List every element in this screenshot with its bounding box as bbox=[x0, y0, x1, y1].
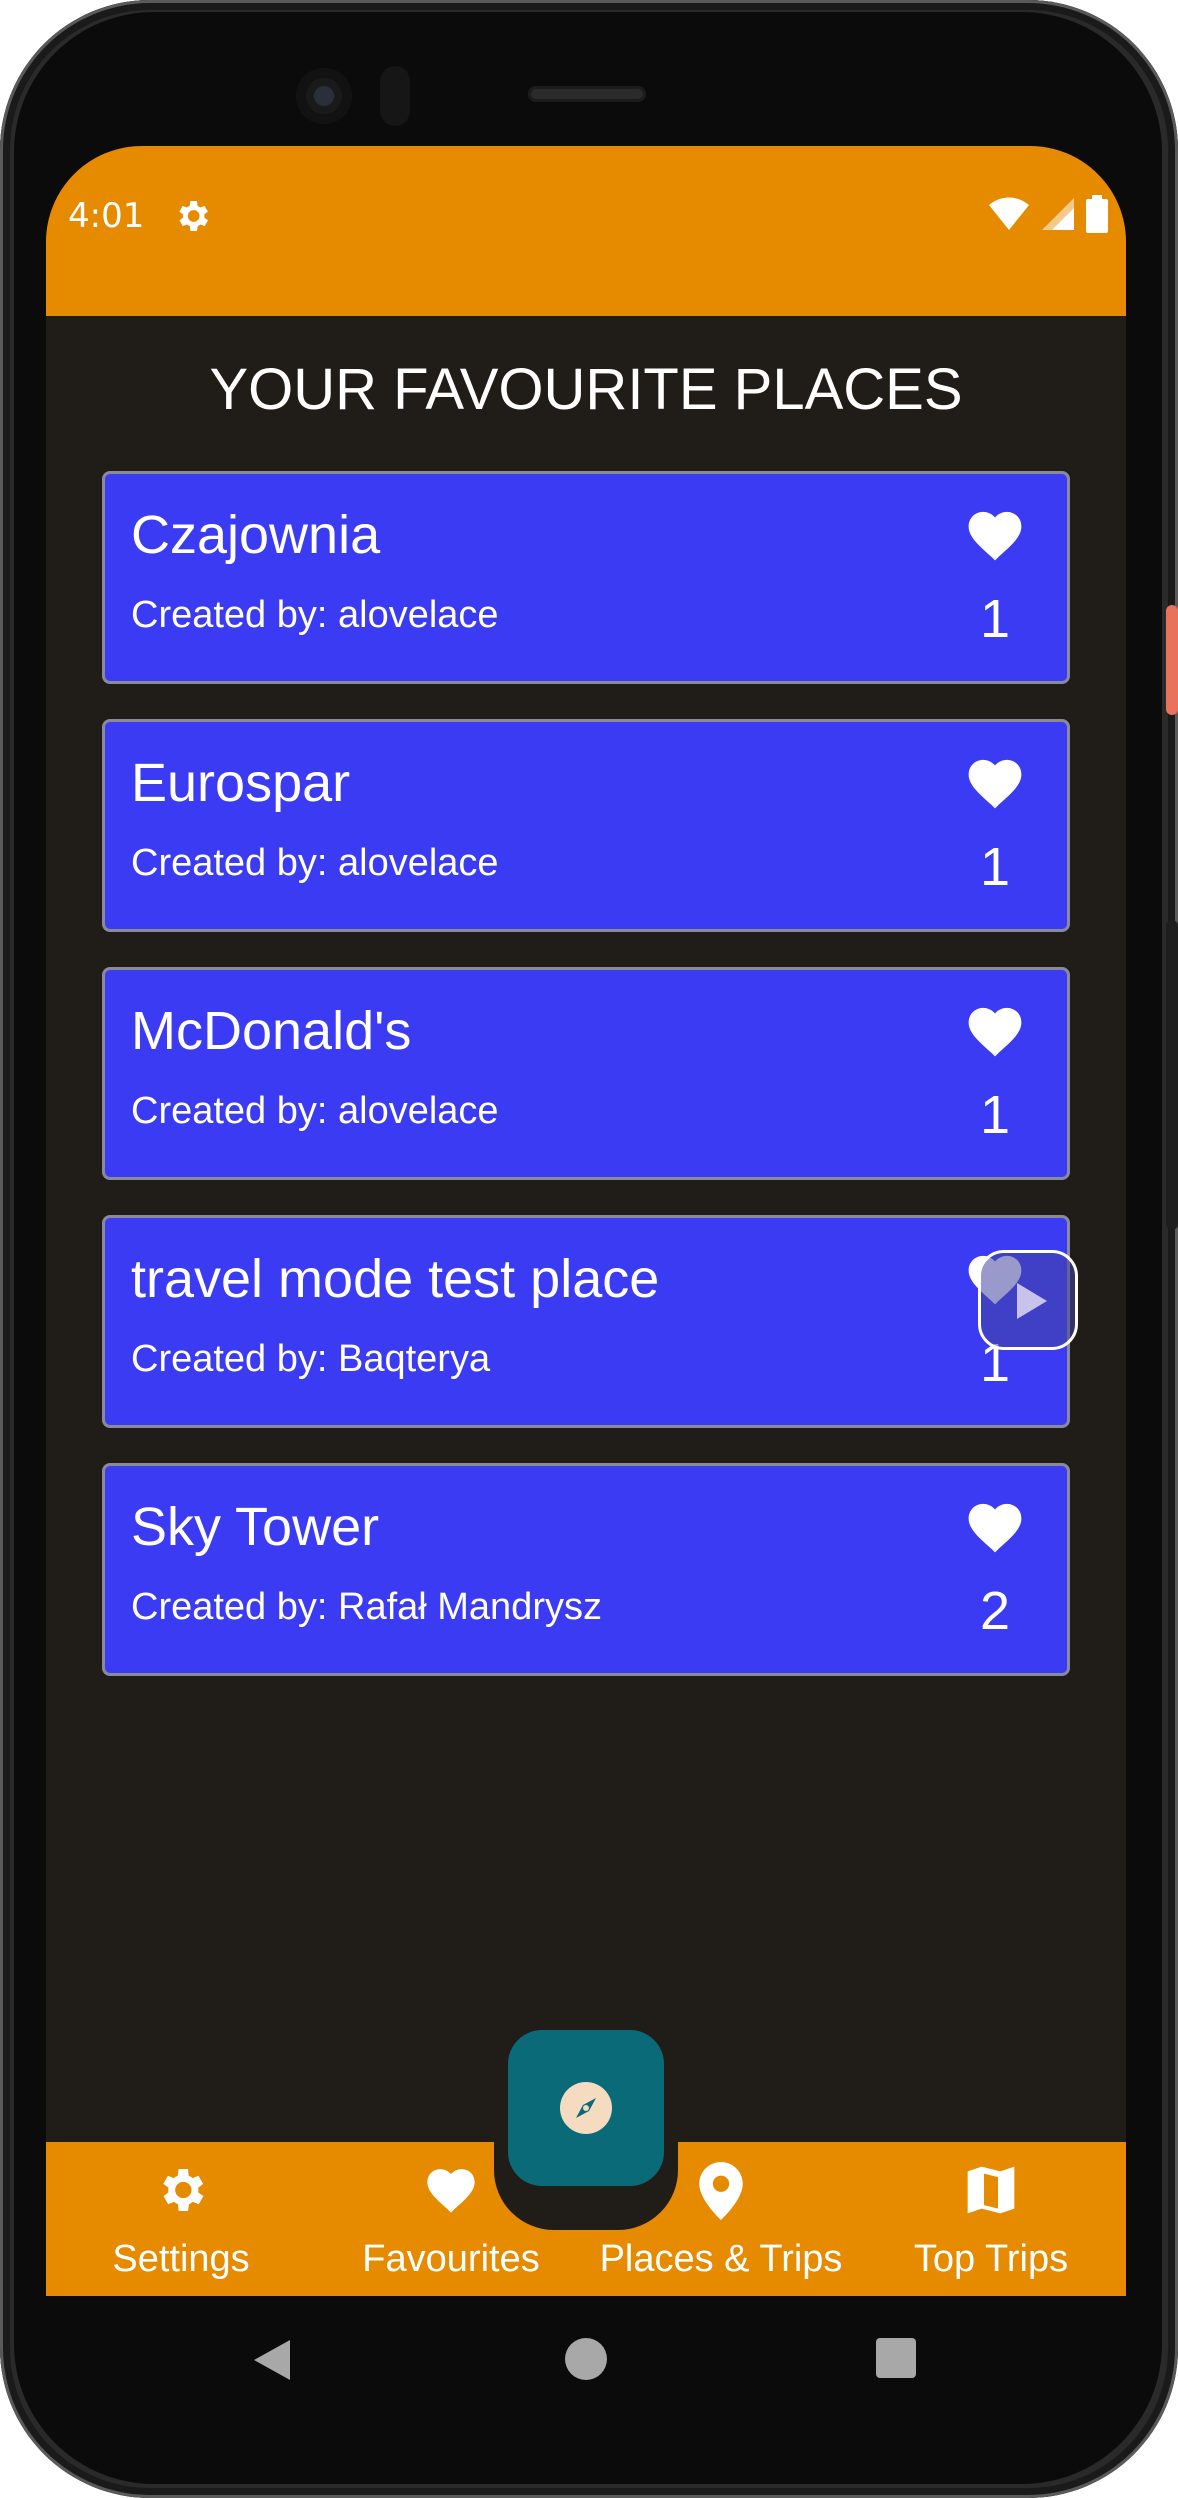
recent-apps-icon[interactable] bbox=[876, 2338, 916, 2378]
like-count: 2 bbox=[979, 1581, 1011, 1641]
wifi-icon bbox=[989, 197, 1029, 230]
floating-play-button[interactable] bbox=[978, 1250, 1078, 1350]
volume-button bbox=[1166, 920, 1178, 1230]
place-card[interactable]: Sky Tower Created by: Rafał Mandrysz 2 bbox=[102, 1463, 1070, 1676]
compass-icon bbox=[560, 2082, 612, 2134]
heart-icon[interactable] bbox=[963, 1496, 1027, 1554]
place-name: Eurospar bbox=[131, 753, 351, 813]
heart-icon[interactable] bbox=[963, 1000, 1027, 1058]
play-icon bbox=[1017, 1283, 1047, 1319]
place-name: Czajownia bbox=[131, 505, 381, 565]
battery-icon bbox=[1086, 195, 1108, 233]
system-navigation-bar bbox=[46, 2296, 1126, 2416]
place-card[interactable]: Czajownia Created by: alovelace 1 bbox=[102, 471, 1070, 684]
heart-icon[interactable] bbox=[963, 504, 1027, 562]
nav-item-settings[interactable]: Settings bbox=[46, 2142, 316, 2296]
nav-label-top-trips: Top Trips bbox=[913, 2238, 1069, 2280]
signal-icon bbox=[1042, 198, 1074, 230]
screen: 4:01 YOUR FAVOURITE PLACES Czajownia Cre… bbox=[46, 146, 1126, 2416]
nav-label-places-trips: Places & Trips bbox=[599, 2238, 843, 2280]
power-button bbox=[1166, 605, 1178, 715]
place-creator: Created by: Rafał Mandrysz bbox=[131, 1586, 602, 1628]
like-count: 1 bbox=[979, 1085, 1011, 1145]
home-icon[interactable] bbox=[565, 2338, 607, 2380]
status-icons bbox=[988, 192, 1108, 236]
explore-fab-button[interactable] bbox=[508, 2030, 664, 2186]
map-pin-icon bbox=[699, 2162, 743, 2220]
like-count: 1 bbox=[979, 589, 1011, 649]
place-name: McDonald's bbox=[131, 1001, 412, 1061]
proximity-sensor bbox=[380, 66, 410, 126]
place-creator: Created by: alovelace bbox=[131, 1090, 499, 1132]
settings-gear-icon bbox=[179, 201, 208, 231]
back-icon[interactable] bbox=[252, 2338, 292, 2382]
place-creator: Created by: alovelace bbox=[131, 842, 499, 884]
page-title: YOUR FAVOURITE PLACES bbox=[209, 357, 963, 422]
nav-label-settings: Settings bbox=[112, 2238, 250, 2280]
favourites-list: Czajownia Created by: alovelace 1 Eurosp… bbox=[102, 471, 1070, 1711]
phone-frame: 4:01 YOUR FAVOURITE PLACES Czajownia Cre… bbox=[0, 0, 1178, 2498]
earpiece-speaker bbox=[528, 86, 646, 102]
place-name: travel mode test place bbox=[131, 1249, 660, 1309]
nav-label-favourites: Favourites bbox=[362, 2238, 540, 2280]
heart-icon bbox=[427, 2169, 475, 2213]
place-creator: Created by: Baqterya bbox=[131, 1338, 491, 1380]
front-camera bbox=[296, 68, 352, 124]
heart-icon[interactable] bbox=[963, 752, 1027, 810]
place-card[interactable]: travel mode test place Created by: Baqte… bbox=[102, 1215, 1070, 1428]
status-bar: 4:01 bbox=[46, 146, 1126, 316]
nav-item-top-trips[interactable]: Top Trips bbox=[856, 2142, 1126, 2296]
map-icon bbox=[967, 2166, 1015, 2214]
place-card[interactable]: Eurospar Created by: alovelace 1 bbox=[102, 719, 1070, 932]
like-count: 1 bbox=[979, 837, 1011, 897]
gear-icon bbox=[163, 2169, 204, 2211]
place-card[interactable]: McDonald's Created by: alovelace 1 bbox=[102, 967, 1070, 1180]
status-time: 4:01 bbox=[68, 196, 145, 236]
place-name: Sky Tower bbox=[131, 1497, 380, 1557]
place-creator: Created by: alovelace bbox=[131, 594, 499, 636]
